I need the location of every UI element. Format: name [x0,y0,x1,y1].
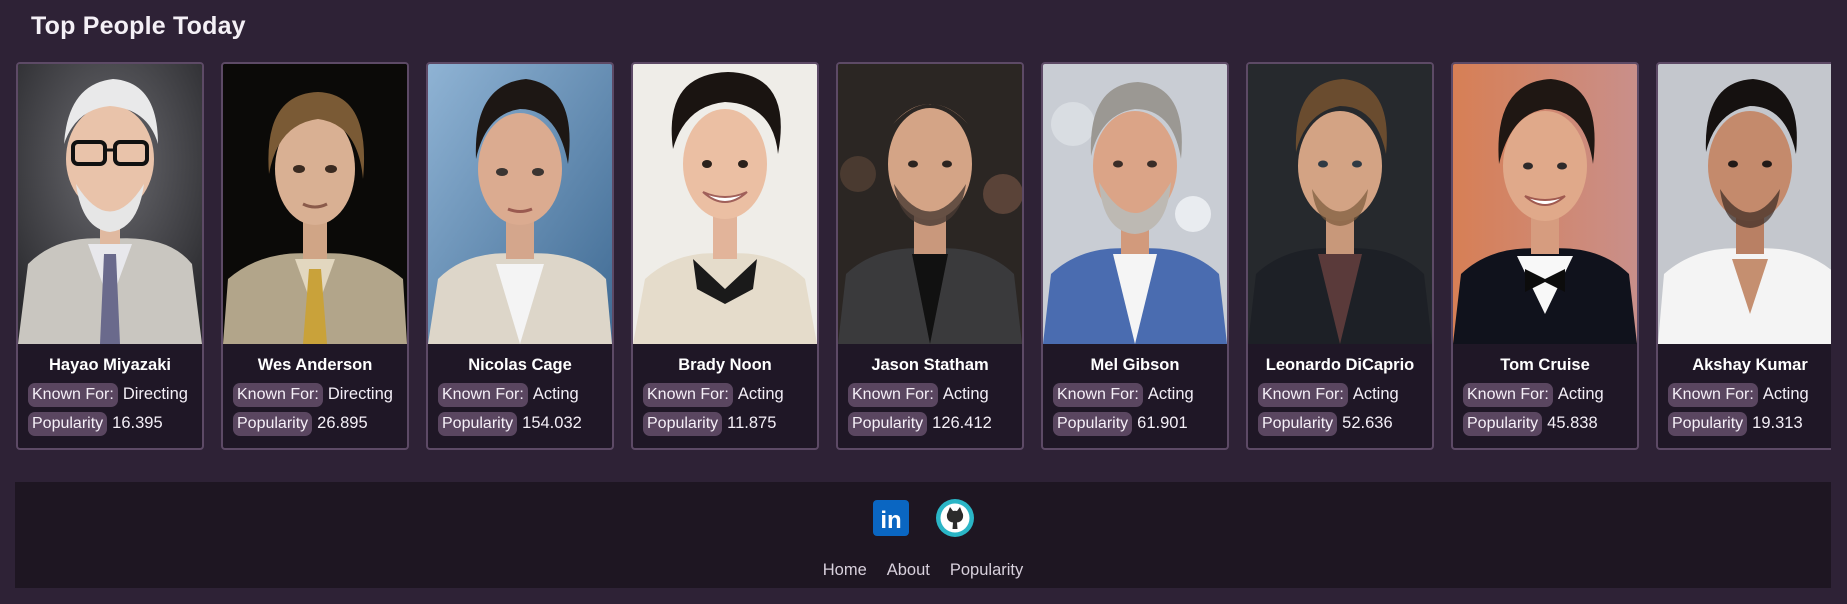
person-card-leonardo-dicaprio[interactable]: Leonardo DiCaprio Known For: Acting Popul… [1246,62,1434,450]
person-card-akshay-kumar[interactable]: Akshay Kumar Known For: Acting Popularity… [1656,62,1831,450]
known-for-value: Acting [1557,385,1604,403]
known-for-label: Known For: [233,382,323,407]
known-for-value: Acting [1762,385,1809,403]
popularity-label: Popularity [28,411,108,436]
footer-link-about[interactable]: About [887,561,930,580]
person-card-hayao-miyazaki[interactable]: Hayao Miyazaki Known For: Directing Popul… [16,62,204,450]
person-photo[interactable] [838,64,1022,344]
person-name: Mel Gibson [1090,356,1180,374]
popularity-label: Popularity [438,411,518,436]
person-photo[interactable] [1658,64,1831,344]
popularity-label: Popularity [1053,411,1133,436]
person-photo[interactable] [223,64,407,344]
person-photo[interactable] [633,64,817,344]
person-name: Nicolas Cage [468,356,572,374]
person-photo[interactable] [428,64,612,344]
known-for-value: Acting [532,385,579,403]
person-card-tom-cruise[interactable]: Tom Cruise Known For: Acting Popularity 45… [1451,62,1639,450]
linkedin-icon[interactable]: in [871,498,911,538]
known-for-label: Known For: [643,382,733,407]
popularity-value: 52.636 [1342,414,1393,432]
person-photo[interactable] [1043,64,1227,344]
person-name: Leonardo DiCaprio [1265,356,1415,374]
known-for-value: Acting [1147,385,1194,403]
section-title: Top People Today [31,12,246,40]
popularity-value: 26.895 [317,414,368,432]
person-name: Jason Statham [871,356,989,374]
footer: in Home About Popularity [15,482,1831,588]
person-card-brady-noon[interactable]: Brady Noon Known For: Acting Popularity 11… [631,62,819,450]
known-for-value: Acting [1352,385,1399,403]
person-card-mel-gibson[interactable]: Mel Gibson Known For: Acting Popularity 61… [1041,62,1229,450]
person-photo[interactable] [1453,64,1637,344]
footer-nav: Home About Popularity [15,561,1831,580]
person-name: Tom Cruise [1500,356,1590,374]
popularity-label: Popularity [1258,411,1338,436]
popularity-value: 11.875 [727,414,777,432]
popularity-label: Popularity [233,411,313,436]
popularity-label: Popularity [643,411,723,436]
known-for-label: Known For: [848,382,938,407]
popularity-label: Popularity [848,411,928,436]
popularity-label: Popularity [1463,411,1543,436]
person-name: Akshay Kumar [1692,356,1808,374]
known-for-label: Known For: [438,382,528,407]
person-name: Wes Anderson [257,356,373,374]
known-for-label: Known For: [28,382,118,407]
known-for-label: Known For: [1258,382,1348,407]
known-for-label: Known For: [1668,382,1758,407]
person-card-jason-statham[interactable]: Jason Statham Known For: Acting Popularit… [836,62,1024,450]
popularity-value: 126.412 [932,414,992,432]
footer-link-home[interactable]: Home [823,561,867,580]
known-for-label: Known For: [1053,382,1143,407]
known-for-value: Directing [327,385,393,403]
linkedin-glyph: in [880,507,901,534]
popularity-value: 45.838 [1547,414,1598,432]
people-carousel[interactable]: Hayao Miyazaki Known For: Directing Popul… [0,62,1831,454]
popularity-value: 154.032 [522,414,582,432]
popularity-value: 19.313 [1752,414,1803,432]
people-cards-row: Hayao Miyazaki Known For: Directing Popul… [16,62,1831,450]
known-for-value: Acting [942,385,989,403]
github-icon[interactable] [935,498,975,538]
known-for-value: Acting [737,385,784,403]
popularity-value: 16.395 [112,414,163,432]
known-for-value: Directing [122,385,188,403]
person-card-wes-anderson[interactable]: Wes Anderson Known For: Directing Popular… [221,62,409,450]
person-photo[interactable] [18,64,202,344]
social-links: in [15,498,1831,538]
person-photo[interactable] [1248,64,1432,344]
person-name: Hayao Miyazaki [49,356,171,374]
person-card-nicolas-cage[interactable]: Nicolas Cage Known For: Acting Popularity… [426,62,614,450]
popularity-label: Popularity [1668,411,1748,436]
known-for-label: Known For: [1463,382,1553,407]
popularity-value: 61.901 [1137,414,1188,432]
person-name: Brady Noon [678,356,772,374]
footer-link-popularity[interactable]: Popularity [950,561,1023,580]
